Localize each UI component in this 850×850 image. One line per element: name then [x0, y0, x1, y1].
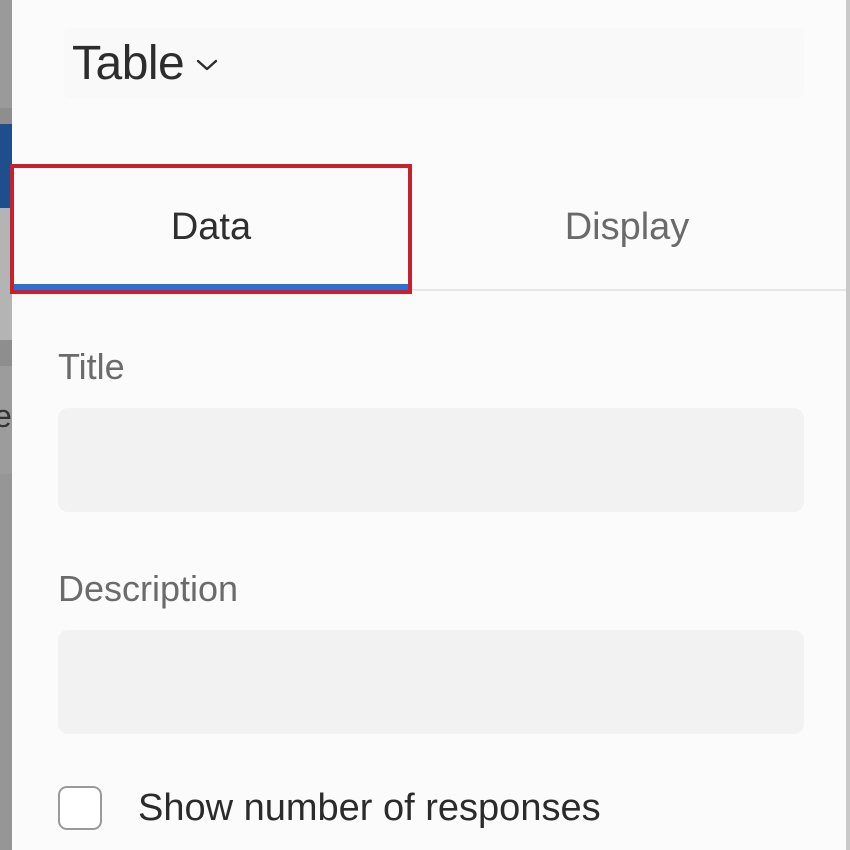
tab-data[interactable]: Data [12, 164, 410, 290]
description-field-label: Description [58, 568, 239, 609]
chevron-down-icon [196, 58, 218, 77]
visualization-edit-panel: Table Data Display Title Description Sho… [10, 0, 846, 850]
visualization-type-selector[interactable]: Table [64, 28, 804, 98]
title-field-label: Title [58, 346, 125, 387]
background-blue-bar [0, 124, 12, 208]
show-responses-label[interactable]: Show number of responses [138, 787, 601, 830]
show-responses-checkbox[interactable] [58, 786, 102, 830]
active-tab-indicator [12, 284, 410, 290]
tab-display[interactable]: Display [412, 164, 842, 290]
show-responses-option[interactable]: Show number of responses [58, 786, 601, 830]
visualization-type-label: Table [72, 36, 185, 90]
background-partial-text: e [0, 398, 12, 434]
description-input[interactable] [58, 630, 804, 734]
page: e Table Data Display Title Description S… [0, 0, 850, 850]
title-input[interactable] [58, 408, 804, 512]
background-app-strip: e [0, 0, 12, 850]
panel-right-edge [846, 0, 850, 850]
panel-tabs: Data Display [10, 140, 846, 294]
